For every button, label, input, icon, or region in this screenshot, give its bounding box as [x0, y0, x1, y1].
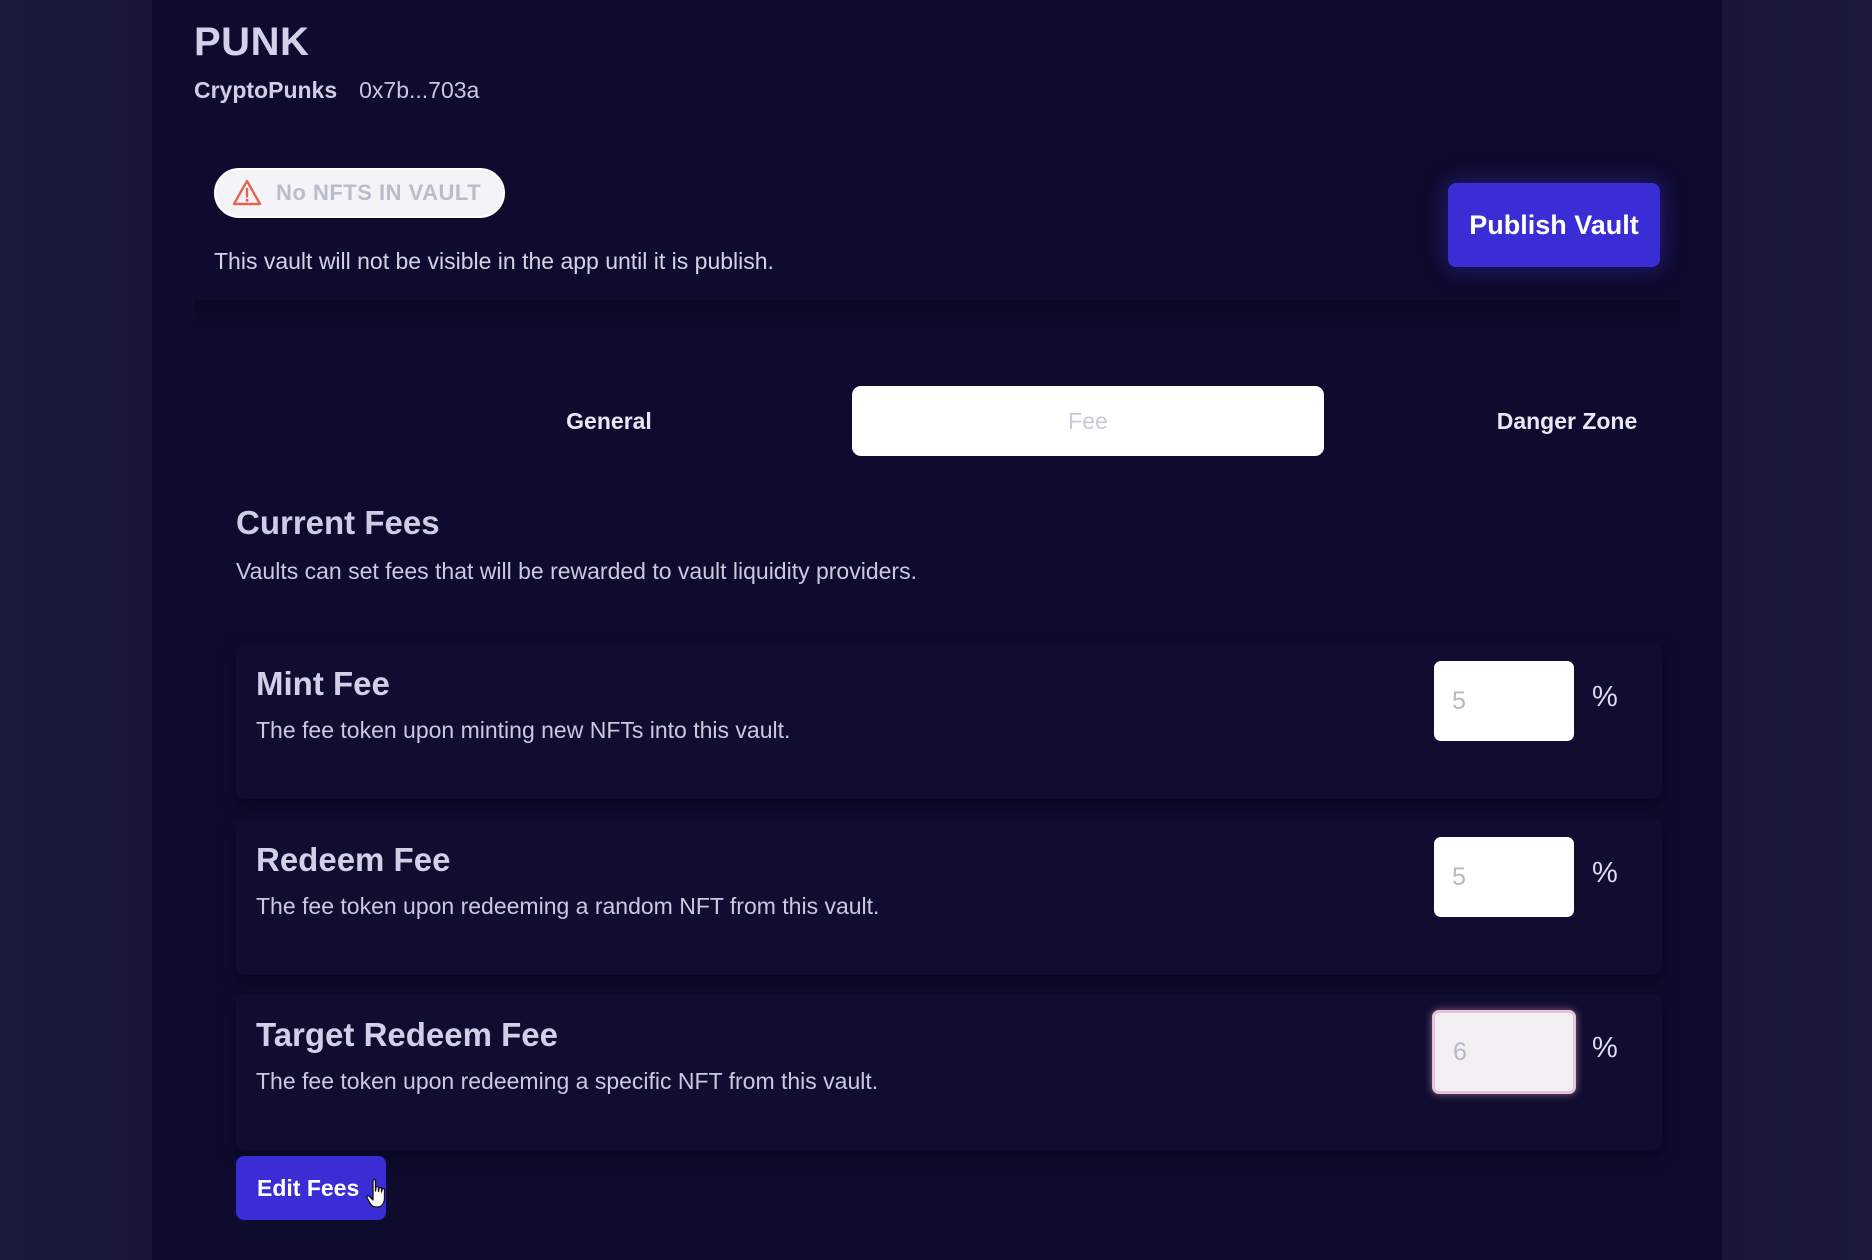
mint-fee-description: The fee token upon minting new NFTs into… — [256, 717, 791, 743]
publish-notice-text: This vault will not be visible in the ap… — [214, 248, 774, 274]
mint-fee-unit: % — [1592, 681, 1618, 713]
target-redeem-fee-unit: % — [1592, 1032, 1618, 1064]
target-redeem-fee-input[interactable] — [1432, 1010, 1576, 1094]
page-margin-right — [1722, 0, 1872, 1260]
redeem-fee-input[interactable] — [1434, 837, 1574, 917]
tab-fee[interactable]: Fee — [852, 386, 1324, 456]
publish-notice: No NFTS IN VAULT This vault will not be … — [214, 168, 774, 275]
vault-header: PUNK CryptoPunks 0x7b...703a — [194, 20, 479, 104]
section-divider — [194, 300, 1680, 330]
redeem-fee-card: Redeem Fee The fee token upon redeeming … — [236, 819, 1662, 975]
tab-general[interactable]: General — [373, 386, 845, 456]
target-redeem-fee-card: Target Redeem Fee The fee token upon red… — [236, 994, 1662, 1150]
mint-fee-title: Mint Fee — [256, 665, 390, 702]
redeem-fee-title: Redeem Fee — [256, 841, 451, 878]
target-redeem-fee-title: Target Redeem Fee — [256, 1016, 558, 1053]
status-badge-label: No NFTS IN VAULT — [276, 180, 482, 205]
target-redeem-fee-description: The fee token upon redeeming a specific … — [256, 1068, 879, 1094]
edit-fees-button[interactable]: Edit Fees — [236, 1156, 386, 1220]
current-fees-description: Vaults can set fees that will be rewarde… — [236, 558, 917, 584]
mint-fee-input[interactable] — [1434, 661, 1574, 741]
publish-vault-button[interactable]: Publish Vault — [1448, 183, 1660, 267]
status-badge: No NFTS IN VAULT — [214, 168, 506, 218]
settings-tabs: General Fee Danger Zone — [373, 386, 1637, 456]
vault-symbol: PUNK — [194, 20, 310, 64]
page-margin-left — [0, 0, 152, 1260]
vault-settings-panel: PUNK CryptoPunks 0x7b...703a No NFTS IN … — [152, 0, 1722, 1260]
mint-fee-card: Mint Fee The fee token upon minting new … — [236, 643, 1662, 799]
redeem-fee-description: The fee token upon redeeming a random NF… — [256, 893, 880, 919]
vault-subtitle: CryptoPunks 0x7b...703a — [194, 77, 479, 104]
vault-name: CryptoPunks — [194, 77, 338, 103]
warning-icon — [232, 179, 262, 206]
tab-danger-zone[interactable]: Danger Zone — [1331, 386, 1803, 456]
current-fees-title: Current Fees — [236, 504, 440, 541]
vault-address[interactable]: 0x7b...703a — [359, 77, 479, 104]
hand-cursor-icon — [366, 1178, 386, 1208]
redeem-fee-unit: % — [1592, 857, 1618, 889]
